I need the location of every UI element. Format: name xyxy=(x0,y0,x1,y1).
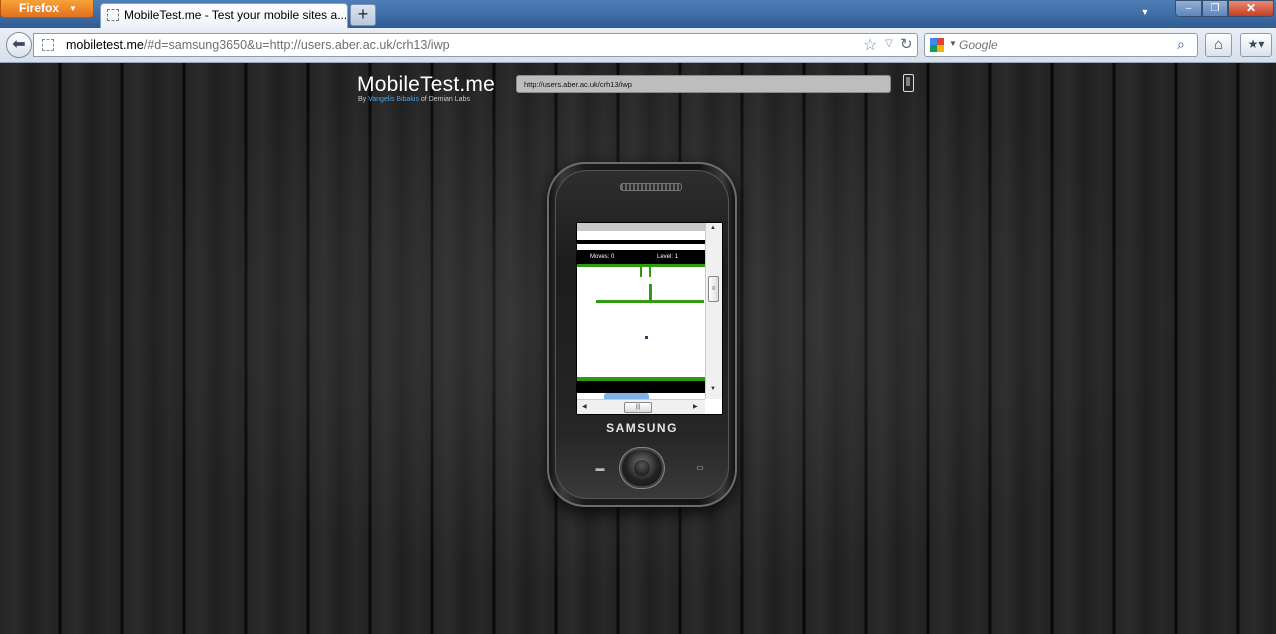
maze-footer xyxy=(577,381,705,393)
maze-wall xyxy=(649,267,651,277)
url-host: mobiletest.me xyxy=(66,38,144,52)
firefox-menu-label: Firefox xyxy=(19,1,60,15)
tab-title: MobileTest.me - Test your mobile sites a… xyxy=(124,8,346,22)
test-url-input[interactable] xyxy=(516,75,891,93)
maze-wall xyxy=(640,267,642,277)
close-window-button[interactable]: ✕ xyxy=(1228,0,1274,17)
search-bar[interactable]: ▼ ⌕ xyxy=(924,33,1198,57)
navigation-toolbar: ⬅ mobiletest.me/#d=samsung3650&u=http://… xyxy=(0,28,1276,63)
scroll-down-icon[interactable]: ▼ xyxy=(710,386,716,392)
address-bar[interactable]: mobiletest.me/#d=samsung3650&u=http://us… xyxy=(33,33,918,57)
tab-active[interactable]: MobileTest.me - Test your mobile sites a… xyxy=(100,3,348,28)
scroll-up-icon[interactable]: ▲ xyxy=(710,225,716,231)
search-icon[interactable]: ⌕ xyxy=(1177,36,1185,53)
scroll-right-icon[interactable]: ▶ xyxy=(693,403,698,410)
home-button[interactable]: ⌂ xyxy=(1205,33,1232,57)
game-hud: Moves: 0 Level: 1 xyxy=(577,250,705,264)
firefox-menu-button[interactable]: Firefox ▼ xyxy=(0,0,94,18)
url-path: /#d=samsung3650&u=http://users.aber.ac.u… xyxy=(143,38,450,52)
byline-prefix: By xyxy=(358,96,369,103)
byline-author-link[interactable]: Vangelis Bibakis xyxy=(368,96,419,103)
url-history-dropdown-icon[interactable]: ▽ xyxy=(885,38,893,49)
phone-face: Moves: 0 Level: 1 ▲ ≡ ▼ ◀ ||| ▶ SAMSUNG … xyxy=(555,170,729,499)
screen-header-line xyxy=(577,240,705,244)
back-button[interactable]: ⬅ xyxy=(6,32,32,58)
bookmarks-icon: ★▾ xyxy=(1247,37,1265,51)
site-title[interactable]: MobileTest.me xyxy=(357,73,495,97)
page-favicon-icon xyxy=(107,9,119,21)
reload-icon[interactable]: ↻ xyxy=(900,35,913,53)
player-dot xyxy=(645,336,648,339)
phone-device: Moves: 0 Level: 1 ▲ ≡ ▼ ◀ ||| ▶ SAMSUNG … xyxy=(547,162,737,507)
horizontal-scrollbar[interactable]: ◀ ||| ▶ xyxy=(577,399,705,414)
vertical-scroll-thumb[interactable]: ≡ xyxy=(708,276,719,302)
bookmarks-menu-button[interactable]: ★▾ xyxy=(1240,33,1272,57)
maze-wall xyxy=(649,284,652,300)
maximize-button[interactable]: ❐ xyxy=(1202,0,1228,17)
maze-wall xyxy=(577,264,705,267)
maze-board[interactable] xyxy=(577,264,705,399)
tab-list-dropdown-icon[interactable]: ▼ xyxy=(1136,4,1154,20)
engine-dropdown-icon[interactable]: ▼ xyxy=(949,39,957,48)
page-content: MobileTest.me By Vangelis Bibakis of Dem… xyxy=(0,63,1276,634)
horizontal-scroll-thumb[interactable]: ||| xyxy=(624,402,652,413)
bookmark-star-icon[interactable]: ☆ xyxy=(863,35,877,55)
moves-counter: Moves: 0 xyxy=(590,254,615,260)
arrow-left-icon: ⬅ xyxy=(12,36,26,53)
call-key-icon[interactable]: ▬ xyxy=(589,464,611,473)
maze-wall xyxy=(577,377,705,381)
site-byline: By Vangelis Bibakis of Demian Labs xyxy=(358,96,470,103)
vertical-scrollbar[interactable]: ▲ ≡ ▼ xyxy=(705,223,722,399)
earpiece-grille xyxy=(620,183,682,191)
new-tab-button[interactable]: + xyxy=(350,4,376,26)
byline-suffix: of Demian Labs xyxy=(418,96,470,103)
site-identity-icon[interactable] xyxy=(42,39,54,51)
end-call-key-icon[interactable]: ▭ xyxy=(689,464,711,472)
screen-header-bar xyxy=(577,223,705,231)
google-engine-icon[interactable] xyxy=(930,38,944,52)
maze-wall xyxy=(596,300,704,303)
home-icon: ⌂ xyxy=(1213,36,1224,53)
url-text[interactable]: mobiletest.me/#d=samsung3650&u=http://us… xyxy=(66,38,450,52)
title-bar: Firefox ▼ MobileTest.me - Test your mobi… xyxy=(0,0,1276,28)
chevron-down-icon: ▼ xyxy=(69,4,77,13)
phone-brand-logo: SAMSUNG xyxy=(606,421,678,435)
device-select-phone-icon[interactable] xyxy=(903,74,914,92)
search-input[interactable] xyxy=(959,37,1169,53)
level-indicator: Level: 1 xyxy=(657,254,679,260)
minimize-button[interactable]: – xyxy=(1175,0,1202,17)
navigation-key-center[interactable] xyxy=(634,460,650,476)
scroll-left-icon[interactable]: ◀ xyxy=(582,403,587,410)
phone-screen[interactable]: Moves: 0 Level: 1 ▲ ≡ ▼ ◀ ||| ▶ xyxy=(576,222,723,415)
navigation-key[interactable] xyxy=(622,450,662,486)
